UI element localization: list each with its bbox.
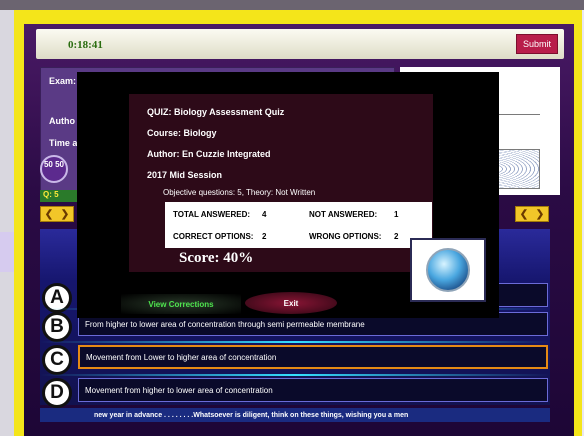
top-window-strip (0, 0, 584, 10)
globe-cube-icon (426, 248, 470, 292)
submit-button[interactable]: Submit (516, 34, 558, 54)
news-ticker: new year in advance . . . . . . . .Whats… (40, 408, 550, 422)
correct-options-label: CORRECT OPTIONS: (173, 232, 254, 241)
option-d-icon[interactable]: D (42, 378, 72, 408)
view-corrections-button[interactable]: View Corrections (121, 294, 241, 314)
score-display: Score: 40% (179, 250, 254, 266)
total-answered-value: 4 (262, 210, 267, 219)
course-name: Course: Biology (147, 128, 217, 138)
option-d[interactable]: Movement from higher to lower area of co… (78, 378, 548, 402)
author-label: Autho (49, 116, 75, 126)
not-answered-value: 1 (394, 210, 399, 219)
prev-arrow-icon[interactable]: ❮ (45, 209, 53, 220)
session-name: 2017 Mid Session (147, 170, 223, 180)
divider (40, 374, 550, 376)
divider (40, 341, 550, 343)
wrong-options-label: WRONG OPTIONS: (309, 232, 382, 241)
result-dialog: QUIZ: Biology Assessment Quiz Course: Bi… (77, 72, 499, 318)
prev-next-right-buttons[interactable]: ❮ ❯ (515, 206, 549, 222)
option-c-icon[interactable]: C (42, 345, 72, 375)
option-c[interactable]: Movement from Lower to higher area of co… (78, 345, 548, 369)
next-arrow-icon[interactable]: ❯ (536, 209, 544, 220)
countdown-timer: 0:18:41 (68, 39, 103, 51)
next-arrow-icon[interactable]: ❯ (61, 209, 69, 220)
background-window-edge (0, 10, 14, 436)
option-b-icon[interactable]: B (42, 312, 72, 342)
correct-options-value: 2 (262, 232, 267, 241)
objective-summary: Objective questions: 5, Theory: Not Writ… (163, 188, 316, 197)
exit-button[interactable]: Exit (245, 292, 337, 314)
quiz-title: QUIZ: Biology Assessment Quiz (147, 107, 285, 117)
exam-label: Exam: (49, 76, 77, 86)
author-name: Author: En Cuzzie Integrated (147, 149, 271, 159)
prev-arrow-icon[interactable]: ❮ (520, 209, 528, 220)
not-answered-label: NOT ANSWERED: (309, 210, 378, 219)
question-number: Q: 5 (40, 190, 80, 202)
background-window-panel (0, 232, 14, 272)
wrong-options-value: 2 (394, 232, 399, 241)
time-label: Time a (49, 138, 78, 148)
total-answered-label: TOTAL ANSWERED: (173, 210, 251, 219)
score-stats-table: TOTAL ANSWERED: 4 NOT ANSWERED: 1 CORREC… (165, 202, 432, 248)
timer-bar: 0:18:41 Submit (36, 29, 564, 59)
quiz-logo (410, 238, 486, 302)
fifty-fifty-lifeline-icon[interactable]: 50 50 (40, 155, 68, 183)
prev-next-left-buttons[interactable]: ❮ ❯ (40, 206, 74, 222)
